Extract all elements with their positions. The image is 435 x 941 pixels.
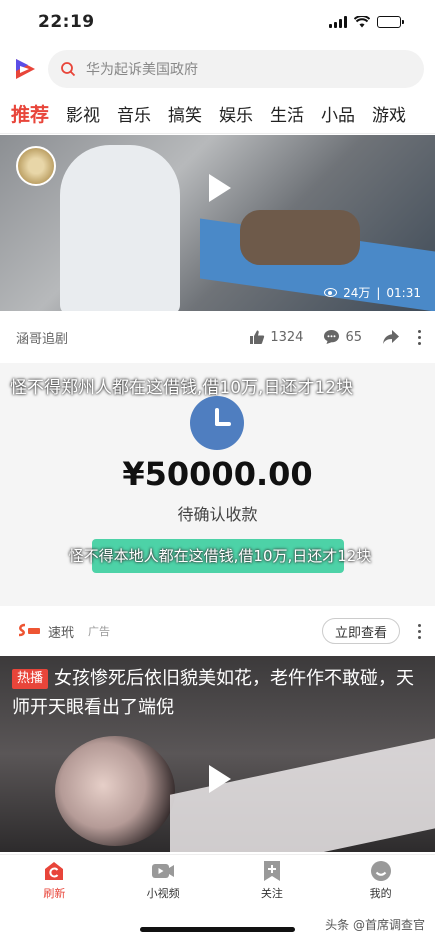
ad-brand[interactable]: 速玳 bbox=[48, 622, 74, 641]
battery-icon bbox=[377, 16, 404, 28]
author-avatar[interactable] bbox=[16, 146, 56, 186]
app-logo-icon[interactable] bbox=[12, 56, 38, 82]
clock-icon bbox=[190, 396, 244, 450]
hot-badge: 热播 bbox=[12, 669, 49, 689]
follow-plus-icon bbox=[263, 861, 280, 881]
nav-follow-label: 关注 bbox=[260, 887, 283, 900]
watermark: 头条 @首席调查官 bbox=[325, 918, 425, 932]
view-count: 24万 bbox=[343, 286, 371, 300]
video-2-title-text: 女孩惨死后依旧貌美如花，老仵作不敢碰，天师开天眼看出了端倪 bbox=[12, 668, 415, 718]
search-placeholder: 华为起诉美国政府 bbox=[86, 62, 198, 78]
nav-profile-label: 我的 bbox=[369, 887, 392, 900]
tab-entertainment[interactable]: 娱乐 bbox=[219, 101, 253, 126]
wifi-icon bbox=[354, 16, 370, 28]
nav-refresh-label: 刷新 bbox=[43, 887, 66, 900]
like-count: 1324 bbox=[270, 329, 304, 345]
app-screen: 22:19 华为起诉美国政府 推荐 影视 音乐 搞笑 娱乐 生活 小品 游戏 2… bbox=[0, 0, 435, 941]
refresh-home-icon bbox=[45, 862, 64, 880]
status-time: 22:19 bbox=[38, 12, 95, 32]
ad-creative[interactable]: 怪不得郑州人都在这借钱,借10万,日还才12块 ¥50000.00 待确认收款 … bbox=[0, 363, 435, 606]
more-options-icon[interactable] bbox=[418, 329, 421, 345]
video-camera-icon bbox=[152, 864, 175, 878]
status-icons bbox=[329, 16, 404, 28]
view-now-button[interactable]: 立即查看 bbox=[321, 618, 400, 644]
ad-status-text: 待确认收款 bbox=[177, 505, 258, 524]
tab-games[interactable]: 游戏 bbox=[372, 101, 406, 126]
thumbnail-figure-face bbox=[55, 736, 175, 846]
thumbnail-figure-doctor bbox=[60, 145, 180, 311]
status-bar: 22:19 bbox=[0, 0, 435, 44]
like-button[interactable]: 1324 bbox=[249, 329, 303, 345]
share-button[interactable] bbox=[382, 329, 400, 345]
comment-icon bbox=[324, 330, 340, 344]
search-input[interactable]: 华为起诉美国政府 bbox=[48, 50, 424, 88]
brand-logo-icon bbox=[16, 623, 42, 639]
comment-button[interactable]: 65 bbox=[323, 329, 362, 345]
video-meta: 24万 | 01:31 bbox=[324, 284, 421, 301]
ad-caption: 怪不得本地人都在这借钱,借10万,日还才12块 bbox=[68, 547, 372, 565]
ad-tag: 广告 bbox=[88, 625, 111, 638]
author-name[interactable]: 涵哥追剧 bbox=[16, 328, 229, 347]
search-row: 华为起诉美国政府 bbox=[0, 44, 435, 94]
ad-headline: 怪不得郑州人都在这借钱,借10万,日还才12块 bbox=[10, 378, 354, 398]
nav-short-video-label: 小视频 bbox=[146, 887, 180, 900]
ad-amount: ¥50000.00 bbox=[122, 455, 313, 493]
video-duration: 01:31 bbox=[386, 285, 421, 300]
video-thumbnail-2[interactable]: 热播 女孩惨死后依旧貌美如花，老仵作不敢碰，天师开天眼看出了端倪 bbox=[0, 656, 435, 852]
nav-refresh[interactable]: 刷新 bbox=[0, 855, 109, 906]
nav-follow[interactable]: 关注 bbox=[218, 855, 327, 906]
meta-divider: | bbox=[376, 285, 381, 300]
search-icon bbox=[61, 62, 76, 77]
nav-profile[interactable]: 我的 bbox=[326, 855, 435, 906]
play-icon-2[interactable] bbox=[192, 754, 242, 804]
tab-life[interactable]: 生活 bbox=[270, 101, 304, 126]
smiley-profile-icon bbox=[370, 861, 391, 881]
video-action-row: 涵哥追剧 1324 65 bbox=[0, 311, 435, 363]
comment-count: 65 bbox=[345, 329, 362, 345]
video-thumbnail-1[interactable]: 24万 | 01:31 bbox=[0, 135, 435, 311]
signal-icon bbox=[329, 16, 347, 28]
ad-more-options-icon[interactable] bbox=[418, 623, 421, 639]
play-icon[interactable] bbox=[192, 163, 242, 213]
tab-film[interactable]: 影视 bbox=[66, 101, 100, 126]
category-tabs: 推荐 影视 音乐 搞笑 娱乐 生活 小品 游戏 bbox=[0, 94, 435, 134]
ad-info-row: 速玳 广告 立即查看 bbox=[0, 606, 435, 656]
share-arrow-icon bbox=[383, 330, 399, 344]
tab-skits[interactable]: 小品 bbox=[321, 101, 355, 126]
tab-funny[interactable]: 搞笑 bbox=[168, 101, 202, 126]
tab-recommended[interactable]: 推荐 bbox=[11, 100, 49, 127]
video-2-title[interactable]: 热播 女孩惨死后依旧貌美如花，老仵作不敢碰，天师开天眼看出了端倪 bbox=[12, 664, 415, 722]
tab-music[interactable]: 音乐 bbox=[117, 101, 151, 126]
bottom-navigation: 刷新 小视频 关注 我的 bbox=[0, 854, 435, 906]
nav-short-video[interactable]: 小视频 bbox=[109, 855, 218, 906]
home-indicator[interactable] bbox=[140, 927, 295, 932]
thumbnail-figure-patient bbox=[240, 210, 360, 265]
thumbs-up-icon bbox=[250, 330, 265, 344]
views-eye-icon bbox=[324, 288, 338, 297]
